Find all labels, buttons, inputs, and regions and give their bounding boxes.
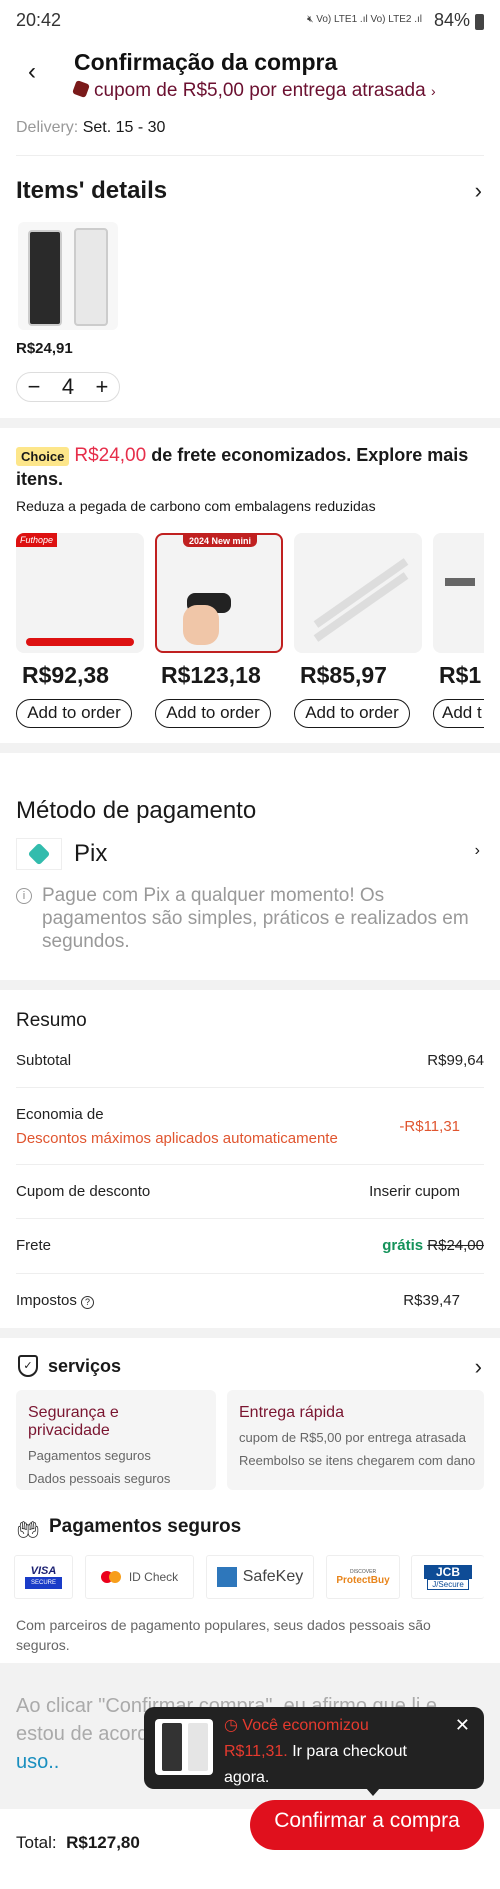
product-tag: Futhope — [16, 533, 58, 547]
secure-payments-title: Pagamentos seguros — [49, 1516, 242, 1537]
savings-value[interactable]: -R$11,31 — [399, 1118, 460, 1135]
product-image[interactable] — [18, 222, 118, 330]
services-chevron-icon[interactable]: › — [475, 1354, 482, 1380]
package-icon — [72, 80, 90, 98]
battery-icon — [475, 14, 484, 30]
total-section: Total: R$127,80 — [16, 1833, 140, 1853]
shipping-free: grátis — [382, 1237, 424, 1254]
status-time: 20:42 — [16, 10, 62, 30]
terms-link[interactable]: uso.. — [16, 1751, 59, 1773]
total-value: R$127,80 — [66, 1833, 140, 1852]
taxes-label: Impostos — [16, 1292, 77, 1309]
add-to-order-button[interactable]: Add to order — [155, 699, 271, 728]
payment-method-title: Método de pagamento — [16, 797, 257, 824]
items-details-chevron-icon[interactable]: › — [475, 178, 482, 204]
coupon-text: cupom de R$5,00 por entrega atrasada — [94, 80, 426, 101]
savings-label: Economia de — [16, 1106, 104, 1123]
product-price: R$92,38 — [22, 662, 109, 688]
service-card-fast-delivery: Entrega rápida cupom de R$5,00 por entreg… — [227, 1390, 484, 1490]
choice-badge: Choice — [16, 447, 70, 466]
decrease-button[interactable]: − — [28, 374, 41, 400]
signal-text: Vo) LTE1 .ıl Vo) LTE2 .ıl — [316, 14, 422, 25]
insert-coupon-button[interactable]: Inserir cupom — [369, 1183, 460, 1200]
taxes-value[interactable]: R$39,47 — [403, 1292, 460, 1309]
add-to-order-button[interactable]: Add to order — [16, 699, 132, 728]
shipping-saved-amount: R$24,00 — [74, 445, 147, 466]
pix-payment-option[interactable]: Pix › — [0, 838, 500, 874]
service-card-security: Segurança e privacidade Pagamentos seguro… — [16, 1390, 216, 1490]
product-price: R$1 — [439, 662, 482, 688]
summary-title: Resumo — [16, 1010, 87, 1031]
chevron-right-icon: › — [474, 842, 480, 859]
jcb-secure-logo: JCB J/Secure — [411, 1555, 484, 1599]
items-details-title: Items' details — [16, 177, 168, 204]
late-delivery-coupon-link[interactable]: cupom de R$5,00 por entrega atrasada › — [72, 80, 436, 102]
choice-banner: Choice R$24,00 de frete economizados. Ex… — [16, 444, 484, 491]
services-title: serviços — [48, 1356, 122, 1376]
subtotal-label: Subtotal — [16, 1052, 72, 1069]
close-icon[interactable]: ✕ — [455, 1715, 470, 1736]
pix-info-text: Pague com Pix a qualquer momento! Os pag… — [42, 885, 469, 952]
service-card-title: Entrega rápida — [239, 1404, 344, 1421]
service-line: Pagamentos seguros — [28, 1448, 151, 1463]
service-line: cupom de R$5,00 por entrega atrasada — [239, 1430, 466, 1445]
subtotal-value: R$99,64 — [427, 1052, 484, 1069]
service-card-title: Segurança e privacidade — [28, 1404, 119, 1439]
help-icon[interactable]: ? — [81, 1296, 95, 1309]
product-card-image[interactable] — [294, 533, 422, 653]
choice-subtitle: Reduza a pegada de carbono com embalagen… — [16, 498, 376, 514]
service-line: Reembolso se itens chegarem com dano — [239, 1453, 476, 1468]
savings-toast[interactable]: ◷ Você economizou R$11,31. Ir para checko… — [144, 1707, 484, 1796]
pix-label: Pix — [74, 840, 108, 867]
toast-amount: R$11,31. — [224, 1743, 288, 1760]
product-tag: 2024 New mini — [183, 535, 258, 547]
quantity-stepper[interactable]: − 4 + — [16, 372, 120, 402]
secure-payments-text: Com parceiros de pagamento populares, se… — [16, 1617, 431, 1653]
battery-level: 84% — [433, 10, 470, 30]
clock-icon: ◷ — [224, 1717, 243, 1734]
quantity-value[interactable]: 4 — [62, 374, 74, 400]
shipping-label: Frete — [16, 1237, 52, 1254]
add-to-order-button[interactable]: Add t — [433, 699, 484, 728]
confirm-purchase-button[interactable]: Confirmar a compra — [250, 1800, 484, 1850]
delivery-info: Delivery: Set. 15 - 30 — [16, 119, 165, 137]
recommended-products-carousel[interactable]: Futhope 2024 New mini R$92,38 R$123,18 R… — [0, 533, 484, 733]
service-line: Dados pessoais seguros — [28, 1471, 171, 1486]
product-card-image[interactable]: Futhope — [16, 533, 144, 653]
coupon-label: Cupom de desconto — [16, 1183, 151, 1200]
product-price: R$123,18 — [161, 662, 261, 688]
pix-logo-icon — [16, 838, 62, 870]
increase-button[interactable]: + — [95, 374, 108, 400]
mute-icon: 🔇︎ — [307, 14, 317, 25]
amex-safekey-logo: SafeKey — [206, 1555, 314, 1599]
shipping-original-price: R$24,00 — [427, 1237, 484, 1254]
page-title: Confirmação da compra — [74, 49, 338, 75]
product-card-image[interactable] — [433, 533, 484, 653]
network-status: 🔇︎ Vo) LTE1 .ıl Vo) LTE2 .ıl — [307, 14, 422, 25]
total-label: Total: — [16, 1833, 57, 1852]
hand-coin-icon: 🤲︎ — [16, 1520, 41, 1541]
delivery-label: Delivery: — [16, 119, 79, 136]
back-button[interactable]: ‹ — [28, 58, 36, 86]
toast-pointer — [366, 1788, 380, 1796]
toast-product-thumbnail — [155, 1719, 213, 1775]
discover-protectbuy-logo: DISCOVER ProtectBuy — [326, 1555, 400, 1599]
toast-title: Você economizou — [242, 1717, 369, 1734]
toast-message: ◷ Você economizou R$11,31. Ir para checko… — [224, 1713, 449, 1791]
visa-secure-logo: VISA SECURE — [14, 1555, 73, 1599]
product-card-image[interactable]: 2024 New mini — [155, 533, 283, 653]
chevron-right-icon: › — [430, 83, 436, 99]
mastercard-id-check-logo: ID Check — [85, 1555, 194, 1599]
delivery-date: Set. 15 - 30 — [82, 119, 166, 136]
item-price: R$24,91 — [16, 340, 73, 357]
add-to-order-button[interactable]: Add to order — [294, 699, 410, 728]
shield-check-icon: ✓ — [18, 1355, 38, 1377]
product-price: R$85,97 — [300, 662, 387, 688]
savings-description: Descontos máximos aplicados automaticame… — [16, 1130, 338, 1147]
info-icon: i — [16, 888, 32, 904]
